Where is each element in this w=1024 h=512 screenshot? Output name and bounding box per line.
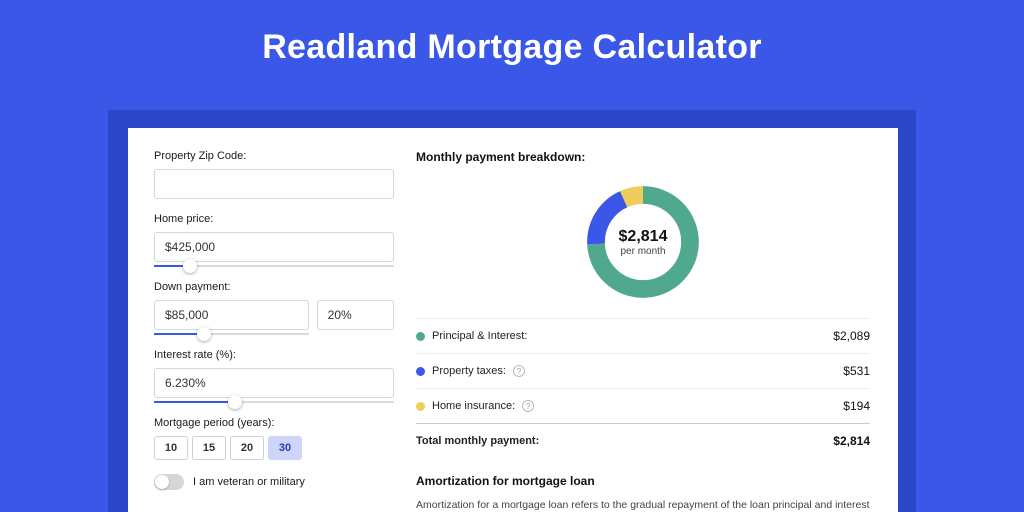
period-group: 10 15 20 30 bbox=[154, 436, 394, 460]
form-panel: Property Zip Code: Home price: Down paym… bbox=[128, 128, 408, 512]
app-root: Readland Mortgage Calculator Property Zi… bbox=[0, 0, 1024, 512]
legend-dot-blue bbox=[416, 367, 425, 376]
total-label: Total monthly payment: bbox=[416, 435, 539, 447]
insurance-label: Home insurance: bbox=[432, 400, 515, 412]
slider-thumb[interactable] bbox=[183, 259, 197, 273]
donut-amount: $2,814 bbox=[619, 228, 668, 246]
down-payment-slider[interactable] bbox=[154, 333, 309, 335]
zip-input[interactable] bbox=[154, 169, 394, 199]
veteran-toggle[interactable] bbox=[154, 474, 184, 490]
slider-fill bbox=[154, 401, 228, 403]
amortization-title: Amortization for mortgage loan bbox=[416, 474, 870, 488]
breakdown-title: Monthly payment breakdown: bbox=[416, 150, 870, 164]
donut-center: $2,814 per month bbox=[581, 180, 705, 304]
donut-sub: per month bbox=[620, 246, 665, 257]
veteran-row: I am veteran or military bbox=[154, 474, 394, 490]
breakdown-row-pi: Principal & Interest: $2,089 bbox=[416, 318, 870, 353]
breakdown-row-total: Total monthly payment: $2,814 bbox=[416, 423, 870, 458]
zip-label: Property Zip Code: bbox=[154, 150, 394, 162]
period-option-20[interactable]: 20 bbox=[230, 436, 264, 460]
veteran-label: I am veteran or military bbox=[193, 476, 305, 488]
home-price-input[interactable] bbox=[154, 232, 394, 262]
zip-field: Property Zip Code: bbox=[154, 150, 394, 199]
interest-input[interactable] bbox=[154, 368, 394, 398]
calculator-card: Property Zip Code: Home price: Down paym… bbox=[128, 128, 898, 512]
slider-thumb[interactable] bbox=[197, 327, 211, 341]
down-payment-field: Down payment: bbox=[154, 281, 394, 335]
breakdown-row-insurance: Home insurance: ? $194 bbox=[416, 388, 870, 423]
insurance-value: $194 bbox=[843, 399, 870, 413]
donut-wrap: $2,814 per month bbox=[416, 172, 870, 318]
results-panel: Monthly payment breakdown: $2,814 per mo… bbox=[408, 128, 898, 512]
slider-fill bbox=[154, 265, 183, 267]
taxes-value: $531 bbox=[843, 364, 870, 378]
taxes-label: Property taxes: bbox=[432, 365, 506, 377]
amortization-text: Amortization for a mortgage loan refers … bbox=[416, 498, 870, 512]
period-option-10[interactable]: 10 bbox=[154, 436, 188, 460]
legend-dot-green bbox=[416, 332, 425, 341]
amortization-section: Amortization for mortgage loan Amortizat… bbox=[416, 474, 870, 512]
home-price-field: Home price: bbox=[154, 213, 394, 267]
interest-field: Interest rate (%): bbox=[154, 349, 394, 403]
down-payment-label: Down payment: bbox=[154, 281, 394, 293]
slider-fill bbox=[154, 333, 197, 335]
info-icon[interactable]: ? bbox=[513, 365, 525, 377]
interest-slider[interactable] bbox=[154, 401, 394, 403]
down-payment-amount-input[interactable] bbox=[154, 300, 309, 330]
home-price-slider[interactable] bbox=[154, 265, 394, 267]
breakdown-row-taxes: Property taxes: ? $531 bbox=[416, 353, 870, 388]
pi-label: Principal & Interest: bbox=[432, 330, 527, 342]
interest-label: Interest rate (%): bbox=[154, 349, 394, 361]
total-value: $2,814 bbox=[833, 434, 870, 448]
home-price-label: Home price: bbox=[154, 213, 394, 225]
pi-value: $2,089 bbox=[833, 329, 870, 343]
down-payment-percent-input[interactable] bbox=[317, 300, 394, 330]
toggle-knob bbox=[155, 475, 169, 489]
period-option-15[interactable]: 15 bbox=[192, 436, 226, 460]
legend-dot-yellow bbox=[416, 402, 425, 411]
period-option-30[interactable]: 30 bbox=[268, 436, 302, 460]
slider-thumb[interactable] bbox=[228, 395, 242, 409]
period-label: Mortgage period (years): bbox=[154, 417, 394, 429]
payment-donut-chart: $2,814 per month bbox=[581, 180, 705, 304]
period-field: Mortgage period (years): 10 15 20 30 bbox=[154, 417, 394, 460]
info-icon[interactable]: ? bbox=[522, 400, 534, 412]
page-title: Readland Mortgage Calculator bbox=[0, 0, 1024, 89]
